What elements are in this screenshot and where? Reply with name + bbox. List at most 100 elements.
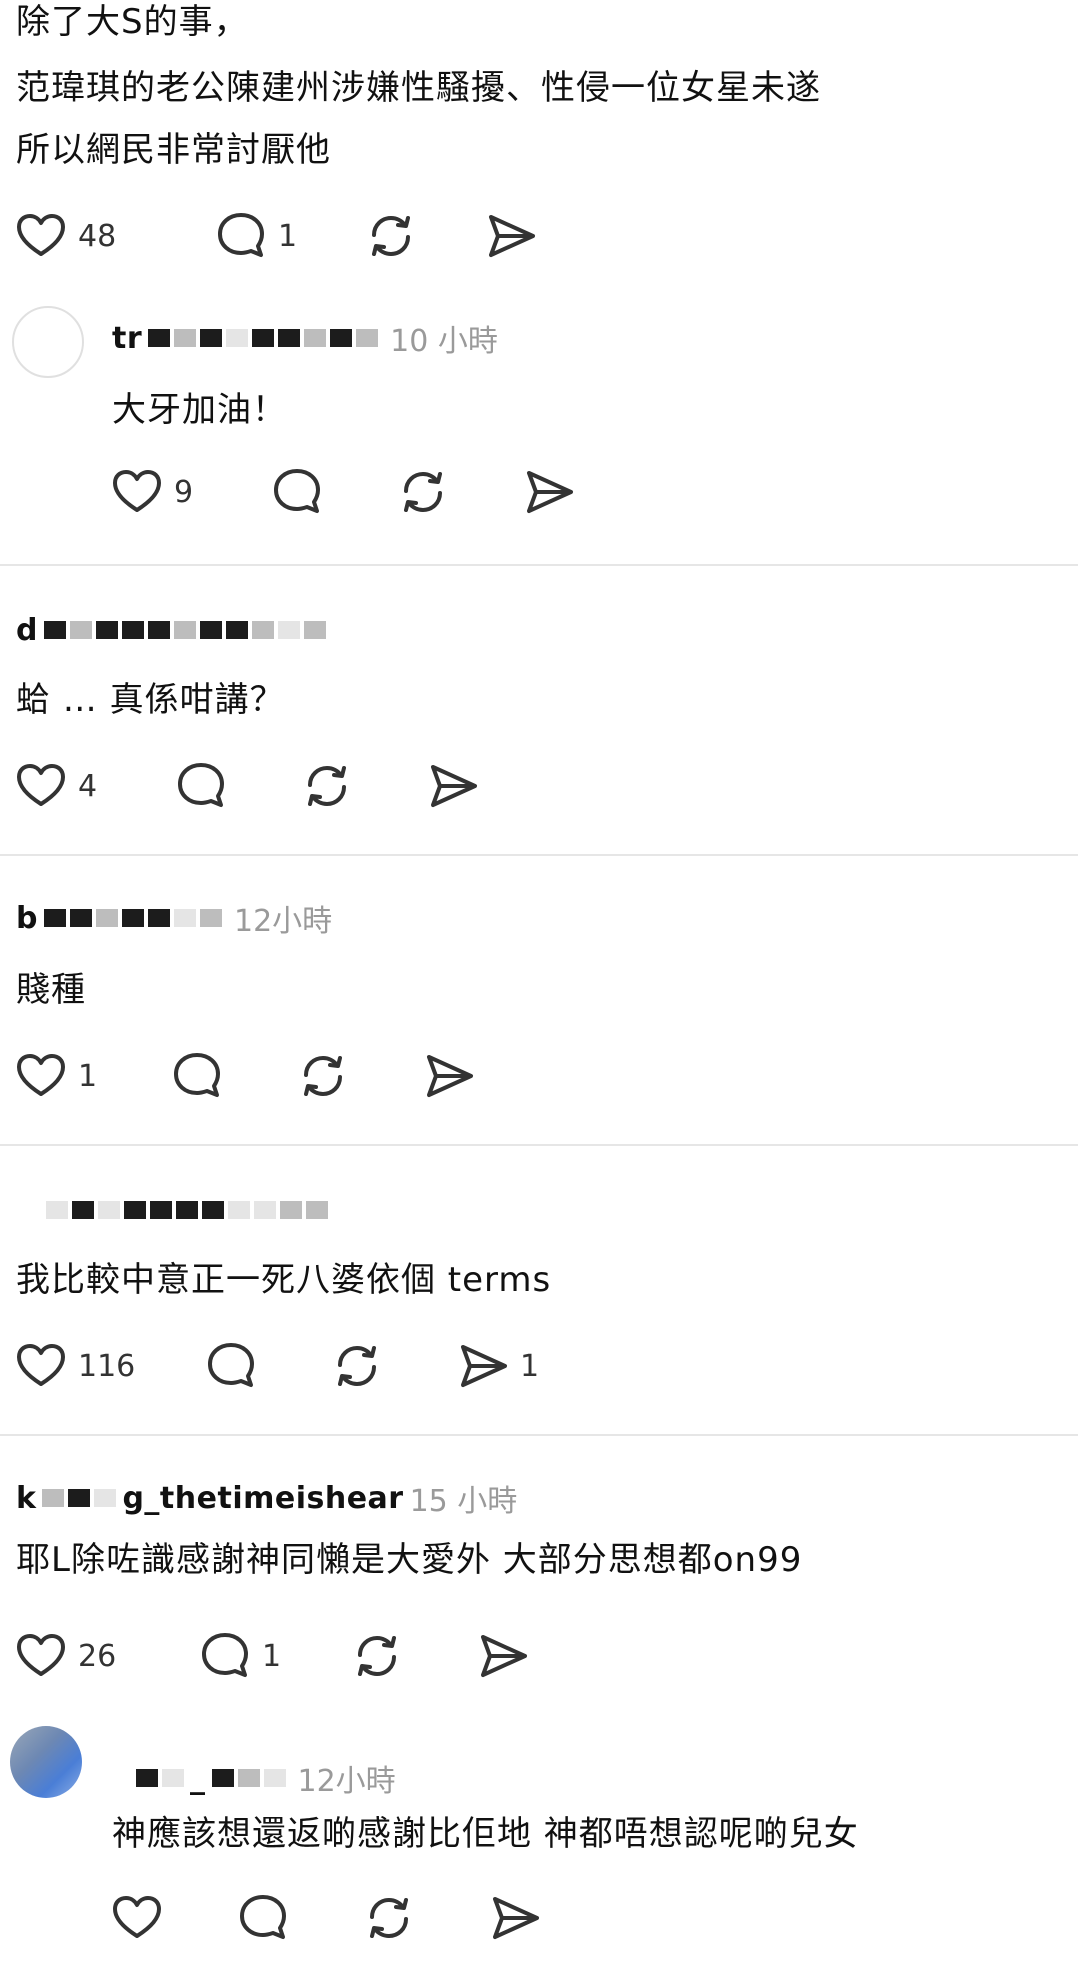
comment-icon (218, 213, 264, 257)
comment-icon (178, 763, 224, 807)
post-text-line: 范瑋琪的老公陳建州涉嫌性騷擾、性侵一位女星未遂 (16, 68, 821, 108)
comment: 我比較中意正一死八婆依個 terms 116 1 (0, 1146, 1078, 1436)
timestamp: 10 小時 (390, 324, 498, 359)
heart-icon (113, 470, 161, 512)
blurred-username (43, 909, 222, 927)
avatar[interactable] (10, 1726, 82, 1798)
share-icon (493, 1897, 539, 1939)
like-button[interactable]: 116 (14, 1339, 204, 1393)
share-button[interactable] (476, 1629, 530, 1683)
heart-icon (17, 1344, 65, 1386)
heart-icon (17, 1054, 65, 1096)
share-icon (527, 471, 573, 513)
comment-text: 賤種 (16, 970, 86, 1010)
comment-icon (274, 469, 320, 513)
like-button[interactable] (110, 1891, 236, 1945)
comment-actions: 116 1 (14, 1334, 539, 1398)
share-button[interactable]: 1 (456, 1339, 539, 1393)
like-button[interactable]: 26 (14, 1629, 198, 1683)
comment-actions: 9 (110, 460, 576, 524)
share-button[interactable] (422, 1049, 476, 1103)
heart-icon (17, 1634, 65, 1676)
repost-icon (370, 1898, 408, 1938)
comment-actions: 4 (14, 754, 480, 818)
username[interactable]: k (16, 1481, 36, 1516)
share-icon (431, 765, 477, 807)
reply-button[interactable] (236, 1891, 362, 1945)
share-button[interactable] (522, 465, 576, 519)
share-button[interactable] (426, 759, 480, 813)
username[interactable]: tr (112, 321, 142, 356)
reply-button[interactable]: 1 (198, 1629, 350, 1683)
repost-icon (308, 766, 346, 806)
blurred-username (136, 1769, 184, 1787)
heart-icon (17, 214, 65, 256)
repost-button[interactable] (362, 1891, 488, 1945)
share-button[interactable] (488, 1891, 542, 1945)
reply-count: 1 (278, 218, 298, 254)
comment-text: 耶L除咗識感謝神同懶是大愛外 大部分思想都on99 (16, 1540, 803, 1580)
repost-icon (338, 1346, 376, 1386)
post-actions: 48 1 (14, 204, 538, 268)
share-icon (489, 215, 535, 257)
share-button[interactable] (484, 209, 538, 263)
like-count: 4 (78, 768, 98, 804)
like-count: 26 (78, 1638, 117, 1674)
repost-icon (372, 216, 410, 256)
share-icon (461, 1345, 507, 1387)
comment: b 12小時 賤種 1 (0, 856, 1078, 1146)
repost-button[interactable] (330, 1339, 456, 1393)
comment-text: 大牙加油！ (112, 390, 287, 430)
comment-actions (110, 1886, 542, 1950)
comment-header: k g_thetimeishear 15 小時 (16, 1478, 518, 1520)
reply-button[interactable] (204, 1339, 330, 1393)
comment: tr 10 小時 大牙加油！ 9 (0, 290, 1078, 560)
username[interactable]: d (16, 613, 38, 648)
main-post: 除了大S的事， 范瑋琪的老公陳建州涉嫌性騷擾、性侵一位女星未遂 所以網民非常討厭… (0, 0, 1078, 270)
reply-button[interactable]: 1 (214, 209, 364, 263)
repost-button[interactable] (396, 465, 522, 519)
blurred-username (43, 621, 326, 639)
username[interactable]: b (16, 901, 38, 936)
timestamp: 15 小時 (409, 1484, 518, 1519)
timestamp: 12小時 (297, 1764, 396, 1799)
comment-text: 神應該想還返啲感謝比佢地 神都唔想認呢啲兒女 (112, 1814, 859, 1854)
comment-actions: 26 1 (14, 1624, 530, 1688)
like-button[interactable]: 48 (14, 209, 214, 263)
repost-button[interactable] (300, 759, 426, 813)
comment-header: d (16, 610, 332, 650)
repost-icon (358, 1636, 396, 1676)
comment-header: b 12小時 (16, 898, 332, 940)
username-suffix[interactable]: g_thetimeishear (122, 1481, 403, 1516)
blurred-username (148, 329, 379, 347)
repost-button[interactable] (364, 209, 484, 263)
heart-icon (17, 764, 65, 806)
share-icon (427, 1055, 473, 1097)
blurred-username (42, 1489, 117, 1507)
username[interactable]: _ (190, 1761, 206, 1796)
avatar[interactable] (12, 306, 84, 378)
like-button[interactable]: 4 (14, 759, 174, 813)
reply-button[interactable] (270, 465, 396, 519)
comment-header (40, 1190, 334, 1230)
like-count: 48 (78, 218, 117, 254)
share-icon (481, 1635, 527, 1677)
blurred-username (211, 1769, 286, 1787)
blurred-username (46, 1201, 328, 1219)
comment: d 蛤 … 真係咁講？ 4 (0, 566, 1078, 856)
repost-button[interactable] (350, 1629, 476, 1683)
comment-text: 蛤 … 真係咁講？ (16, 680, 285, 720)
reply-button[interactable] (174, 759, 300, 813)
reply-button[interactable] (170, 1049, 296, 1103)
like-count: 116 (78, 1348, 136, 1384)
repost-button[interactable] (296, 1049, 422, 1103)
comment: _ 12小時 神應該想還返啲感謝比佢地 神都唔想認呢啲兒女 (0, 1724, 1078, 1987)
like-button[interactable]: 9 (110, 465, 270, 519)
comment-text: 我比較中意正一死八婆依個 terms (16, 1260, 552, 1300)
comment-actions: 1 (14, 1044, 476, 1108)
heart-icon (113, 1896, 161, 1938)
like-button[interactable]: 1 (14, 1049, 170, 1103)
comment: k g_thetimeishear 15 小時 耶L除咗識感謝神同懶是大愛外 大… (0, 1436, 1078, 1724)
comment-icon (208, 1343, 254, 1387)
comment-icon (202, 1633, 248, 1677)
